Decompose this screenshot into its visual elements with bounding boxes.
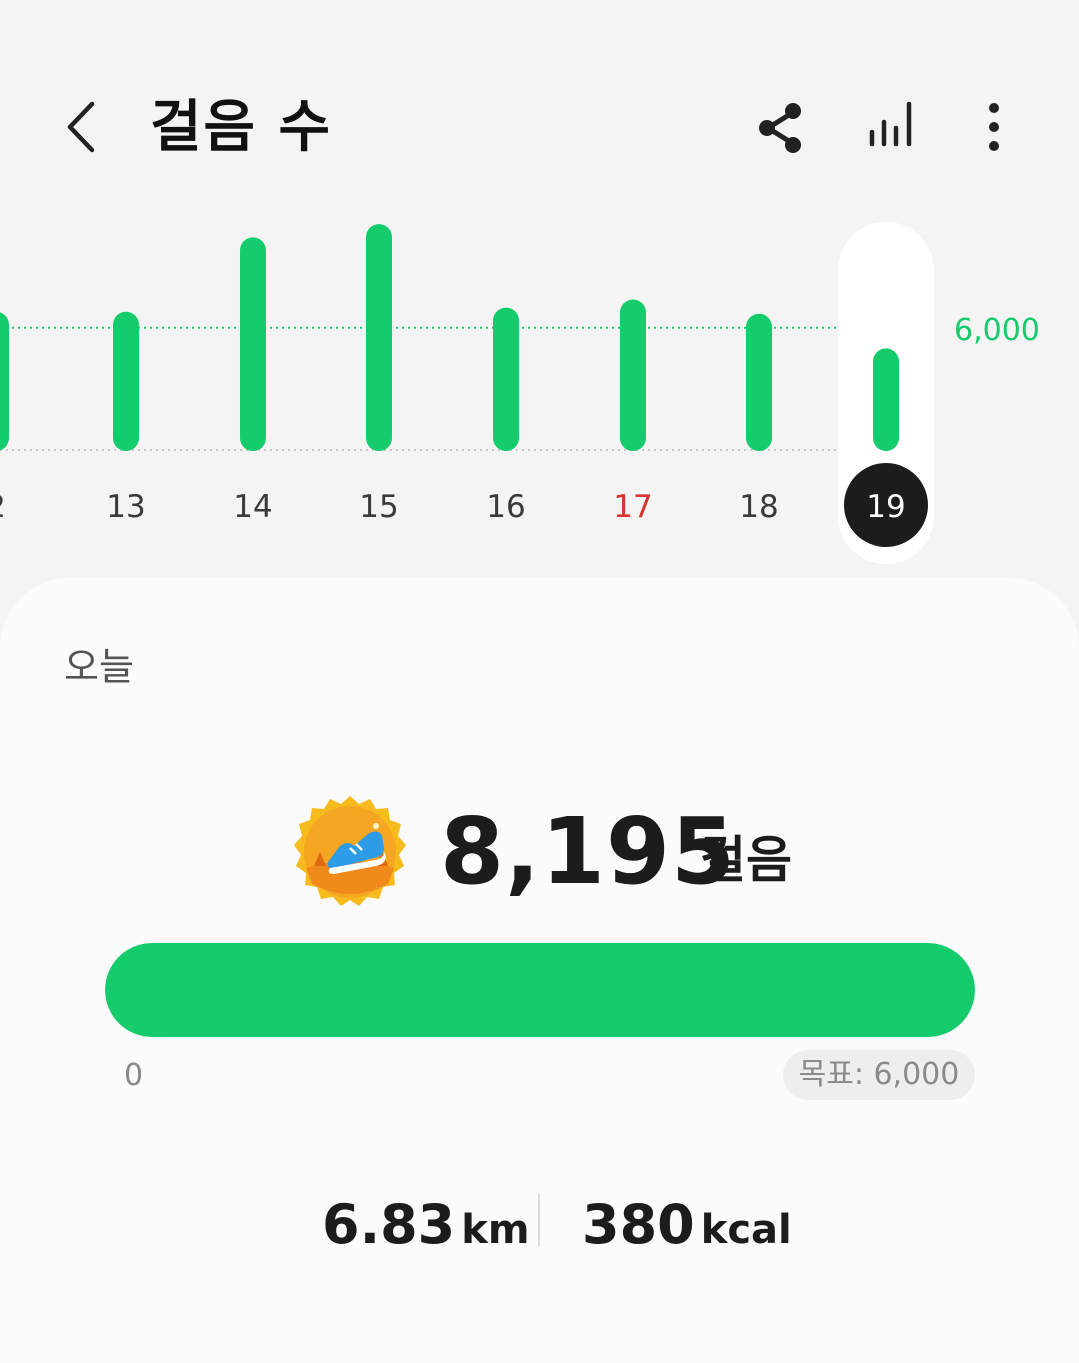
more-vertical-icon xyxy=(989,103,999,151)
share-icon xyxy=(759,103,801,153)
goal-progress-bar xyxy=(105,943,975,1037)
goal-progress-fill xyxy=(105,943,975,1037)
day-label: 14 xyxy=(233,489,272,525)
daily-steps-chart[interactable]: 6,000 2 13 14 15 16 17 18 19 xyxy=(0,210,1079,570)
back-icon xyxy=(67,101,95,153)
chart-canvas: 6,000 2 13 14 15 16 17 18 19 xyxy=(0,222,1040,564)
distance-value: 6.83 xyxy=(322,1193,456,1256)
calories-metric: 380 kcal xyxy=(582,1190,792,1273)
metric-divider xyxy=(538,1194,540,1246)
running-shoe-badge-icon xyxy=(292,794,408,910)
day-label: 19 xyxy=(866,489,905,525)
goal-badge[interactable]: 목표: 6,000 xyxy=(783,1050,975,1100)
bar-chart-icon xyxy=(869,101,912,147)
more-options-button[interactable] xyxy=(962,96,1026,160)
calories-unit: kcal xyxy=(700,1207,792,1253)
day-label: 18 xyxy=(739,489,778,525)
distance-unit: km xyxy=(461,1207,530,1253)
day-label: 2 xyxy=(0,489,6,525)
page-title: 걸음 수 xyxy=(150,95,333,160)
share-button[interactable] xyxy=(748,96,812,160)
day-label: 17 xyxy=(613,489,652,525)
step-unit: 걸음 xyxy=(700,831,792,889)
period-label: 오늘 xyxy=(64,645,134,689)
day-label: 16 xyxy=(486,489,525,525)
day-label: 13 xyxy=(106,489,145,525)
goal-line-label: 6,000 xyxy=(954,313,1040,348)
progress-min-label: 0 xyxy=(124,1058,144,1093)
day-label: 15 xyxy=(359,489,398,525)
calories-value: 380 xyxy=(582,1193,695,1256)
step-count: 8,195 xyxy=(440,798,737,905)
distance-metric: 6.83 km xyxy=(322,1190,530,1273)
trends-button[interactable] xyxy=(860,96,924,160)
back-button[interactable] xyxy=(56,96,112,160)
